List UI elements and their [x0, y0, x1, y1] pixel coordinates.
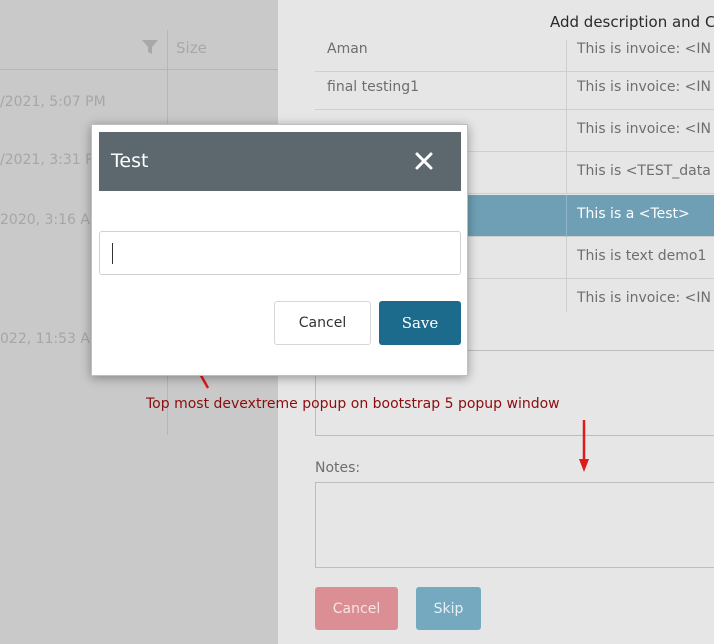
- grid-row-date: /2021, 5:07 PM: [0, 94, 106, 110]
- cell-divider: [566, 152, 567, 194]
- row-name: final testing1: [327, 79, 420, 95]
- close-icon[interactable]: [411, 148, 437, 174]
- notes-label: Notes:: [315, 460, 361, 476]
- cell-divider: [566, 279, 567, 312]
- grid-row-date: /2021, 3:31 P: [0, 152, 94, 168]
- grid-row-date: 2020, 3:16 A: [0, 212, 90, 228]
- popup-text-input[interactable]: [99, 231, 461, 275]
- popup-title: Test: [111, 150, 149, 172]
- row-description: This is text demo1: [577, 248, 707, 264]
- cell-divider: [566, 237, 567, 279]
- devextreme-popup: Test Cancel Save: [91, 124, 468, 376]
- row-description: This is invoice: <IN: [577, 290, 712, 306]
- size-column-header: Size: [176, 39, 207, 57]
- modal-cancel-button[interactable]: Cancel: [315, 587, 398, 630]
- grid-header: [0, 30, 278, 70]
- row-description: This is invoice: <IN: [577, 121, 712, 137]
- row-description: This is <TEST_data: [577, 163, 711, 179]
- table-row[interactable]: final testing1 This is invoice: <IN: [315, 68, 714, 110]
- popup-title-bar: Test: [99, 132, 461, 191]
- row-description: This is invoice: <IN: [577, 79, 712, 95]
- cell-divider: [566, 68, 567, 110]
- grid-row-date: 022, 11:53 A: [0, 331, 90, 347]
- popup-save-button[interactable]: Save: [379, 301, 461, 345]
- row-name: Aman: [327, 41, 368, 57]
- row-description: This is invoice: <IN: [577, 41, 712, 57]
- cell-divider: [566, 195, 567, 237]
- modal-title: Add description and C: [550, 13, 714, 31]
- text-caret: [112, 243, 113, 264]
- cell-divider: [566, 110, 567, 152]
- annotation-text: Top most devextreme popup on bootstrap 5…: [146, 396, 560, 412]
- popup-cancel-button[interactable]: Cancel: [274, 301, 371, 345]
- filter-icon: [142, 40, 158, 54]
- modal-skip-button[interactable]: Skip: [416, 587, 481, 630]
- notes-textarea[interactable]: [315, 482, 714, 568]
- row-description: This is a <Test>: [577, 206, 690, 222]
